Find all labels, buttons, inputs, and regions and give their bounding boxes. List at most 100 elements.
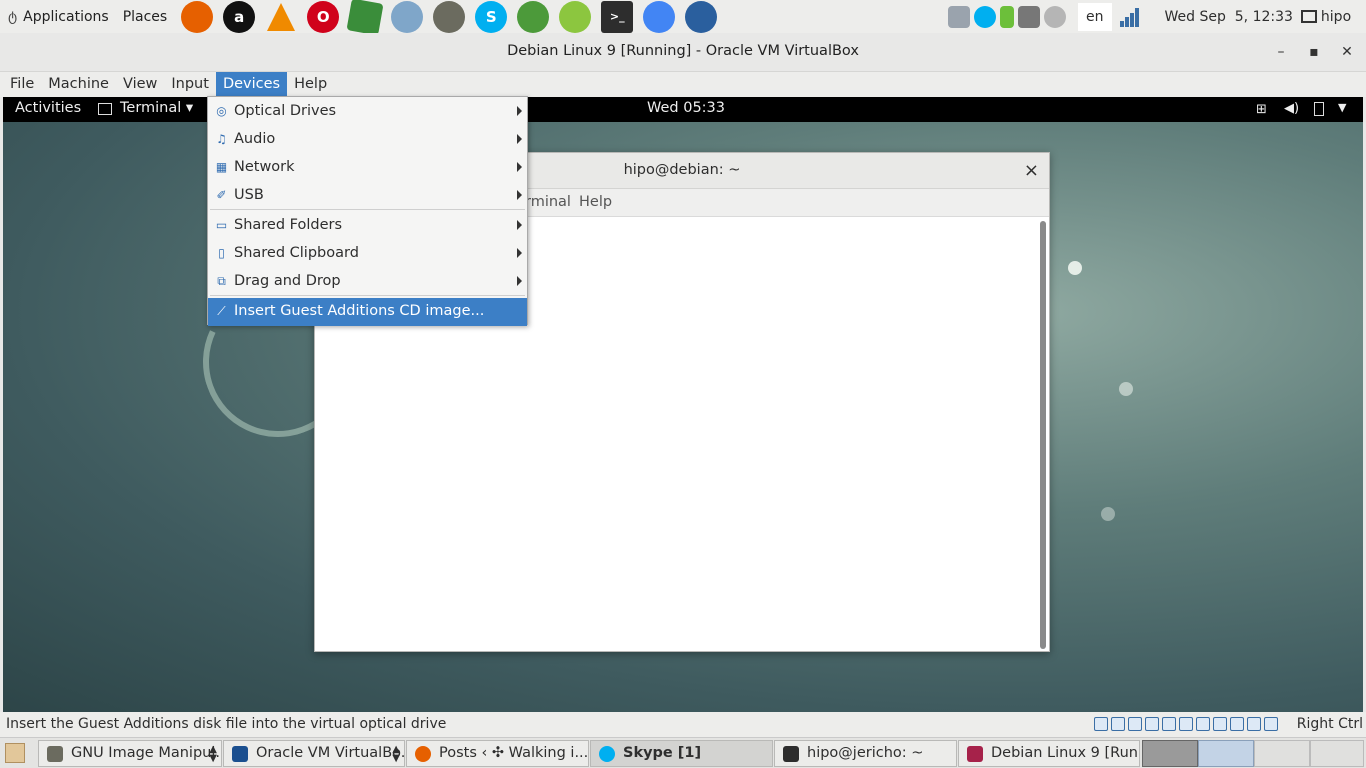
menu-item-label: Drag and Drop	[234, 273, 341, 289]
thunderbird-icon[interactable]	[685, 0, 718, 33]
workspace-1[interactable]	[1142, 740, 1198, 767]
video-capture-indicator-icon[interactable]	[1213, 717, 1227, 731]
virtualbox-icon	[232, 746, 248, 762]
menu-devices[interactable]: Devices	[215, 72, 288, 97]
devices-menu-item-insert-guest-additions-cd-image[interactable]: ⟋ Insert Guest Additions CD image...	[208, 298, 527, 326]
devices-menu-item-drag-and-drop[interactable]: ⧉ Drag and Drop	[208, 268, 527, 296]
hard-disk-indicator-icon[interactable]	[1094, 717, 1108, 731]
submenu-arrow-icon	[517, 248, 522, 258]
taskbar-item[interactable]: hipo@jericho: ~	[774, 740, 957, 767]
taskbar: GNU Image Manipul... ▲ ▼ Oracle VM VirtualB…	[0, 737, 1366, 768]
network-globe-icon[interactable]	[391, 0, 424, 33]
pidgin-icon[interactable]	[559, 0, 592, 33]
guest-clock[interactable]: Wed 05:33	[647, 100, 725, 116]
menu-view[interactable]: View	[116, 72, 164, 97]
amarok-icon[interactable]: a	[223, 0, 256, 33]
microphone-icon[interactable]	[948, 5, 970, 28]
applications-menu[interactable]: Applications	[23, 9, 109, 25]
terminal-close-button[interactable]: ×	[1024, 160, 1039, 181]
devices-menu-item-shared-clipboard[interactable]: ▯ Shared Clipboard	[208, 240, 527, 268]
workspace-4[interactable]	[1310, 740, 1364, 767]
menubar: File Machine View Input Devices Help	[0, 72, 1366, 97]
volume-icon[interactable]	[1044, 5, 1066, 28]
guest-additions-icon: ⟋	[217, 304, 226, 318]
show-desktop-icon[interactable]	[5, 743, 25, 763]
taskbar-item-label: Oracle VM VirtualBo...	[256, 745, 405, 761]
devices-menu-item-audio[interactable]: ♫ Audio	[208, 126, 527, 154]
taskbar-item-label: GNU Image Manipul...	[71, 745, 222, 761]
host-clock[interactable]: Wed Sep 5, 12:33	[1165, 9, 1293, 25]
submenu-arrow-icon	[517, 276, 522, 286]
close-button[interactable]: ✕	[1336, 41, 1358, 63]
menu-item-label: Optical Drives	[234, 103, 337, 119]
user-name[interactable]: hipo	[1321, 9, 1351, 25]
window-title: Debian Linux 9 [Running] - Oracle VM Vir…	[507, 43, 859, 59]
optical-drive-indicator-icon[interactable]	[1111, 717, 1125, 731]
gimp-icon[interactable]	[433, 0, 466, 33]
cpu-indicator-icon[interactable]	[1230, 717, 1244, 731]
terminal-icon[interactable]: >_	[601, 0, 634, 33]
devices-menu-item-network[interactable]: ▦ Network	[208, 154, 527, 182]
keyboard-capture-indicator-icon[interactable]	[1264, 717, 1278, 731]
app-menu[interactable]: Terminal ▾	[120, 100, 193, 116]
terminal-menu-help[interactable]: Help	[579, 194, 612, 210]
shared-folder-indicator-icon[interactable]	[1179, 717, 1193, 731]
signal-strength-icon[interactable]	[1119, 7, 1139, 27]
terminal-icon	[783, 746, 799, 762]
activities-button[interactable]: Activities	[15, 100, 81, 116]
optical-drive-icon: ◎	[216, 104, 227, 118]
workspace-3[interactable]	[1254, 740, 1310, 767]
devices-menu-item-shared-folders[interactable]: ▭ Shared Folders	[208, 212, 527, 240]
speaker-icon[interactable]: ◀)	[1284, 101, 1299, 116]
audio-indicator-icon[interactable]	[1128, 717, 1142, 731]
display-indicator-icon[interactable]	[1196, 717, 1210, 731]
menu-machine[interactable]: Machine	[41, 72, 116, 97]
skype-tray-icon[interactable]	[974, 5, 996, 28]
host-key-label: Right Ctrl	[1296, 716, 1363, 732]
statusbar: Insert the Guest Additions disk file int…	[0, 712, 1366, 737]
devices-menu-item-usb[interactable]: ✐ USB	[208, 182, 527, 210]
earth-icon[interactable]	[517, 0, 550, 33]
menu-input[interactable]: Input	[164, 72, 216, 97]
taskbar-item[interactable]: Skype [1]	[590, 740, 773, 767]
places-menu[interactable]: Places	[123, 9, 168, 25]
vlc-icon[interactable]	[267, 2, 296, 31]
keyboard-layout[interactable]: en	[1078, 2, 1112, 31]
chrome-icon[interactable]	[643, 0, 676, 33]
network-wired-icon[interactable]: ⊞	[1256, 102, 1267, 117]
system-tray: en Wed Sep 5, 12:33 hipo	[948, 0, 1351, 33]
cloud-sync-icon[interactable]	[1018, 5, 1040, 28]
mouse-integration-indicator-icon[interactable]	[1247, 717, 1261, 731]
group-spinner-icon[interactable]: ▲ ▼	[392, 745, 400, 764]
group-spinner-icon[interactable]: ▲ ▼	[209, 745, 217, 764]
menu-file[interactable]: File	[3, 72, 41, 97]
taskbar-item-label: Debian Linux 9 [Run...	[991, 745, 1140, 761]
workspace-2[interactable]	[1198, 740, 1254, 767]
menu-help[interactable]: Help	[287, 72, 334, 97]
network-indicator-icon[interactable]	[1145, 717, 1159, 731]
devices-menu-item-optical-drives[interactable]: ◎ Optical Drives	[208, 98, 527, 126]
battery-icon[interactable]	[1000, 5, 1014, 28]
skype-icon[interactable]: S	[475, 0, 508, 33]
submenu-arrow-icon	[517, 162, 522, 172]
terminal-scrollbar[interactable]	[1040, 221, 1046, 649]
opera-icon[interactable]: O	[307, 0, 340, 33]
firefox-icon[interactable]	[181, 0, 214, 33]
maximize-button[interactable]: ▪	[1303, 41, 1325, 63]
taskbar-item[interactable]: Posts ‹ ✣ Walking i...	[406, 740, 589, 767]
gimp-icon	[47, 746, 63, 762]
terminal-menu-terminal[interactable]: rminal	[525, 194, 571, 210]
menu-item-label: Insert Guest Additions CD image...	[234, 303, 485, 319]
usb-indicator-icon[interactable]	[1162, 717, 1176, 731]
power-icon[interactable]	[1314, 102, 1324, 116]
system-menu-arrow-icon[interactable]: ▼	[1338, 101, 1346, 114]
taskbar-item[interactable]: Debian Linux 9 [Run...	[958, 740, 1140, 767]
minimize-button[interactable]: –	[1270, 41, 1292, 63]
taskbar-item[interactable]: Oracle VM VirtualBo... ▲ ▼	[223, 740, 405, 767]
devices-dropdown: ◎ Optical Drives ♫ Audio ▦ Network ✐ USB ▭ Shared…	[207, 96, 528, 326]
cube-icon[interactable]	[346, 0, 384, 36]
menu-item-label: Shared Clipboard	[234, 245, 359, 261]
window-titlebar[interactable]: Debian Linux 9 [Running] - Oracle VM Vir…	[0, 33, 1366, 72]
host-top-panel: ტ Applications Places a O S >_ en Wed Sep 5…	[0, 0, 1366, 36]
taskbar-item[interactable]: GNU Image Manipul... ▲ ▼	[38, 740, 222, 767]
